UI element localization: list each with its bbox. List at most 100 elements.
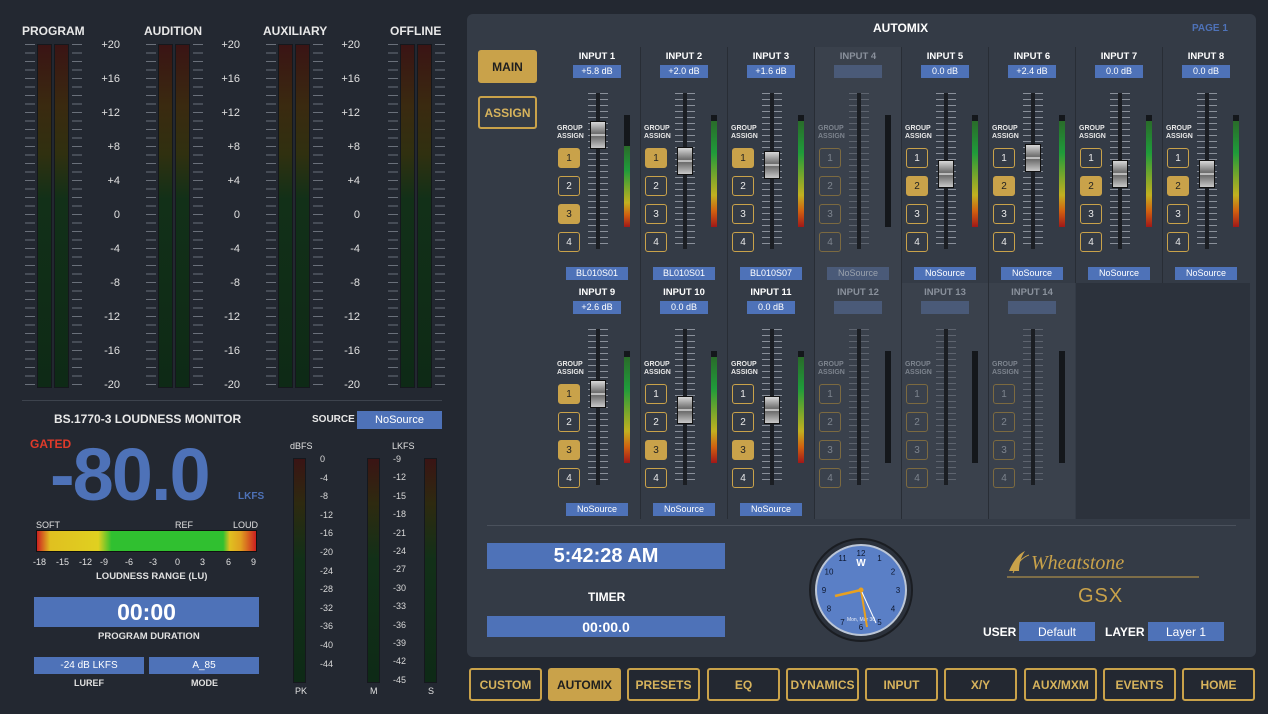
group-button-2[interactable]: 2 xyxy=(1167,176,1189,196)
group-button-2[interactable]: 2 xyxy=(993,176,1015,196)
group-button-1[interactable]: 1 xyxy=(1167,148,1189,168)
group-button-1[interactable]: 1 xyxy=(558,384,580,404)
nav-button-presets[interactable]: PRESETS xyxy=(627,668,700,701)
input-source[interactable]: NoSource xyxy=(566,503,628,516)
group-button-1[interactable]: 1 xyxy=(819,384,841,404)
group-button-4[interactable]: 4 xyxy=(558,468,580,488)
group-button-1[interactable]: 1 xyxy=(819,148,841,168)
fader-cap[interactable] xyxy=(590,380,606,409)
group-button-3[interactable]: 3 xyxy=(645,440,667,460)
group-button-1[interactable]: 1 xyxy=(732,148,754,168)
group-button-3[interactable]: 3 xyxy=(1167,204,1189,224)
input-source[interactable]: NoSource xyxy=(653,503,715,516)
group-button-2[interactable]: 2 xyxy=(645,412,667,432)
nav-button-events[interactable]: EVENTS xyxy=(1103,668,1176,701)
input-gain[interactable]: +5.8 dB xyxy=(573,65,621,78)
fader-track[interactable] xyxy=(596,93,600,249)
input-source[interactable]: BL010S01 xyxy=(566,267,628,280)
group-button-4[interactable]: 4 xyxy=(732,468,754,488)
input-source[interactable]: NoSource xyxy=(1001,267,1063,280)
timer-value[interactable]: 00:00.0 xyxy=(487,616,725,637)
fader-cap[interactable] xyxy=(764,395,780,424)
page-indicator[interactable]: PAGE 1 xyxy=(1192,23,1228,34)
input-gain[interactable]: 0.0 dB xyxy=(1095,65,1143,78)
input-source[interactable]: NoSource xyxy=(1088,267,1150,280)
nav-button-input[interactable]: INPUT xyxy=(865,668,938,701)
input-gain[interactable]: +2.6 dB xyxy=(573,301,621,314)
group-button-2[interactable]: 2 xyxy=(1080,176,1102,196)
group-button-3[interactable]: 3 xyxy=(645,204,667,224)
group-button-4[interactable]: 4 xyxy=(732,232,754,252)
layer-select[interactable]: Layer 1 xyxy=(1148,622,1224,641)
fader-track[interactable] xyxy=(1031,329,1035,485)
group-button-3[interactable]: 3 xyxy=(732,204,754,224)
fader-cap[interactable] xyxy=(938,159,954,188)
group-button-4[interactable]: 4 xyxy=(645,468,667,488)
group-button-1[interactable]: 1 xyxy=(906,384,928,404)
group-button-1[interactable]: 1 xyxy=(645,384,667,404)
main-button[interactable]: MAIN xyxy=(478,50,537,83)
group-button-3[interactable]: 3 xyxy=(819,204,841,224)
group-button-4[interactable]: 4 xyxy=(906,468,928,488)
group-button-1[interactable]: 1 xyxy=(993,148,1015,168)
input-gain[interactable] xyxy=(834,301,882,314)
user-select[interactable]: Default xyxy=(1019,622,1095,641)
group-button-4[interactable]: 4 xyxy=(906,232,928,252)
group-button-4[interactable]: 4 xyxy=(819,232,841,252)
nav-button-automix[interactable]: AUTOMIX xyxy=(548,668,621,701)
group-button-2[interactable]: 2 xyxy=(732,412,754,432)
nav-button-dynamics[interactable]: DYNAMICS xyxy=(786,668,859,701)
group-button-2[interactable]: 2 xyxy=(993,412,1015,432)
input-source[interactable]: BL010S01 xyxy=(653,267,715,280)
group-button-3[interactable]: 3 xyxy=(993,440,1015,460)
input-gain[interactable]: +2.4 dB xyxy=(1008,65,1056,78)
input-gain[interactable]: 0.0 dB xyxy=(660,301,708,314)
fader-cap[interactable] xyxy=(590,121,606,150)
source-select[interactable]: NoSource xyxy=(357,411,442,429)
fader-cap[interactable] xyxy=(1025,144,1041,173)
group-button-3[interactable]: 3 xyxy=(558,440,580,460)
group-button-2[interactable]: 2 xyxy=(906,176,928,196)
group-button-2[interactable]: 2 xyxy=(819,176,841,196)
group-button-4[interactable]: 4 xyxy=(645,232,667,252)
fader-cap[interactable] xyxy=(1199,159,1215,188)
input-source[interactable]: NoSource xyxy=(1175,267,1237,280)
group-button-2[interactable]: 2 xyxy=(558,176,580,196)
fader-cap[interactable] xyxy=(677,395,693,424)
nav-button-eq[interactable]: EQ xyxy=(707,668,780,701)
input-gain[interactable]: 0.0 dB xyxy=(747,301,795,314)
fader-cap[interactable] xyxy=(677,146,693,175)
group-button-4[interactable]: 4 xyxy=(558,232,580,252)
group-button-1[interactable]: 1 xyxy=(906,148,928,168)
input-gain[interactable]: 0.0 dB xyxy=(921,65,969,78)
luref-select[interactable]: -24 dB LKFS xyxy=(34,657,144,674)
nav-button-home[interactable]: HOME xyxy=(1182,668,1255,701)
group-button-3[interactable]: 3 xyxy=(906,204,928,224)
mode-select[interactable]: A_85 xyxy=(149,657,259,674)
group-button-3[interactable]: 3 xyxy=(819,440,841,460)
input-gain[interactable] xyxy=(921,301,969,314)
input-source[interactable]: NoSource xyxy=(827,267,889,280)
group-button-3[interactable]: 3 xyxy=(558,204,580,224)
group-button-1[interactable]: 1 xyxy=(558,148,580,168)
input-gain[interactable]: +1.6 dB xyxy=(747,65,795,78)
fader-cap[interactable] xyxy=(764,150,780,179)
input-gain[interactable]: 0.0 dB xyxy=(1182,65,1230,78)
input-source[interactable]: BL010S07 xyxy=(740,267,802,280)
input-source[interactable]: NoSource xyxy=(740,503,802,516)
input-source[interactable]: NoSource xyxy=(914,267,976,280)
fader-track[interactable] xyxy=(857,329,861,485)
group-button-1[interactable]: 1 xyxy=(1080,148,1102,168)
nav-button-xy[interactable]: X/Y xyxy=(944,668,1017,701)
group-button-3[interactable]: 3 xyxy=(732,440,754,460)
assign-button[interactable]: ASSIGN xyxy=(478,96,537,129)
group-button-3[interactable]: 3 xyxy=(993,204,1015,224)
group-button-4[interactable]: 4 xyxy=(993,232,1015,252)
fader-track[interactable] xyxy=(857,93,861,249)
group-button-2[interactable]: 2 xyxy=(906,412,928,432)
group-button-3[interactable]: 3 xyxy=(1080,204,1102,224)
fader-cap[interactable] xyxy=(1112,159,1128,188)
input-gain[interactable]: +2.0 dB xyxy=(660,65,708,78)
nav-button-custom[interactable]: CUSTOM xyxy=(469,668,542,701)
nav-button-auxmxm[interactable]: AUX/MXM xyxy=(1024,668,1097,701)
